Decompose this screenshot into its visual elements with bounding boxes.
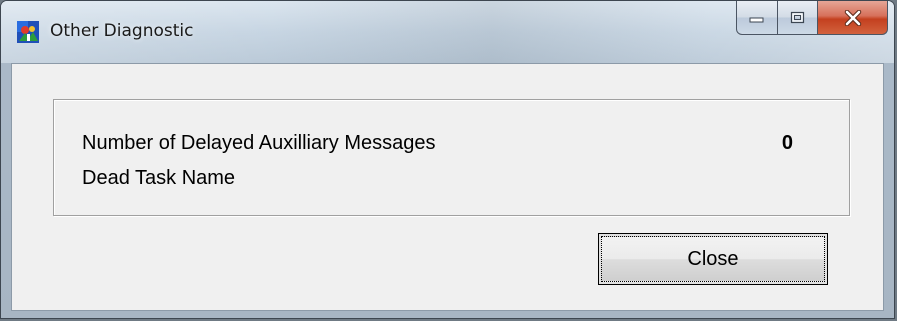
window-close-button[interactable] <box>818 1 888 35</box>
caption-buttons <box>736 1 888 37</box>
minimize-button[interactable] <box>736 1 778 35</box>
maximize-button[interactable] <box>778 1 818 35</box>
close-button-label: Close <box>601 236 825 282</box>
delayed-aux-messages-label: Number of Delayed Auxilliary Messages <box>82 132 436 154</box>
close-x-icon <box>844 9 861 26</box>
app-icon <box>17 21 39 43</box>
dialog-content: Number of Delayed Auxilliary Messages 0 … <box>11 63 884 311</box>
dead-task-name-label: Dead Task Name <box>82 167 236 189</box>
diagnostics-group: Number of Delayed Auxilliary Messages 0 … <box>53 99 850 216</box>
maximize-icon <box>790 11 804 23</box>
dialog-window: Other Diagnostic Number of Delayed Auxil… <box>0 0 895 319</box>
delayed-aux-messages-value: 0 <box>781 132 793 154</box>
close-button[interactable]: Close <box>598 233 828 285</box>
window-title: Other Diagnostic <box>50 21 194 41</box>
title-bar[interactable]: Other Diagnostic <box>1 1 894 63</box>
minimize-icon <box>749 17 764 22</box>
